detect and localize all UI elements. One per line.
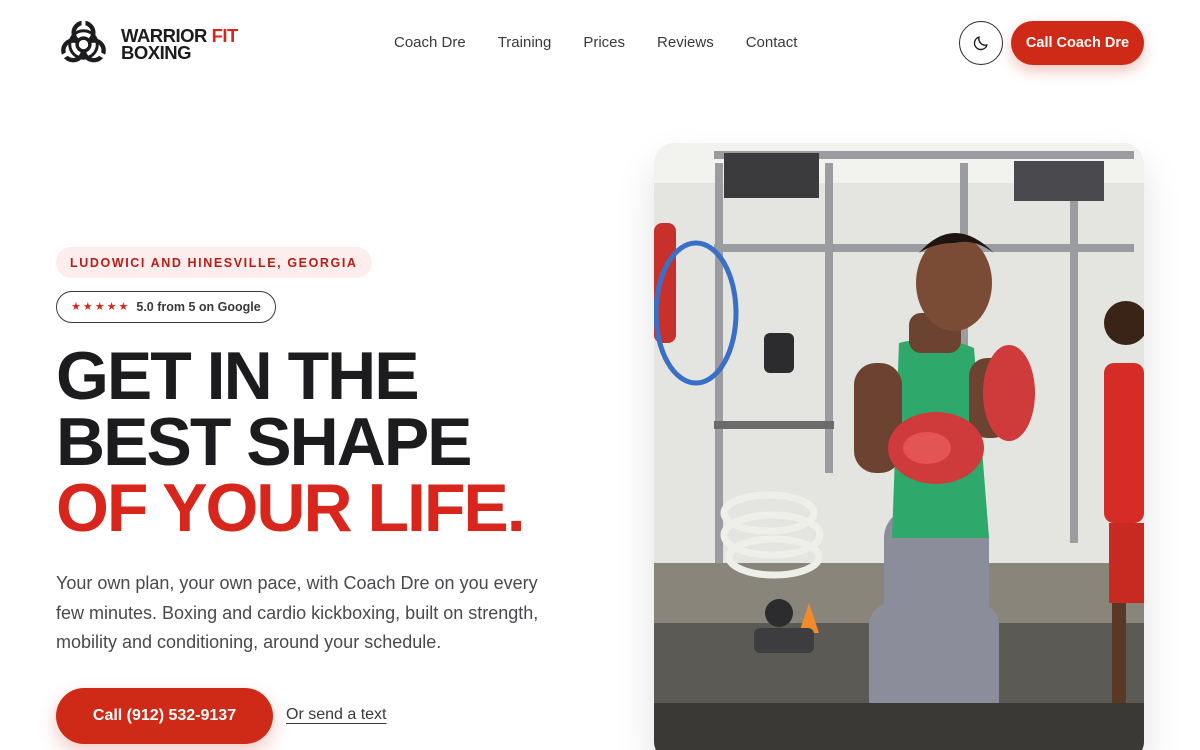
moon-icon (973, 36, 988, 51)
call-phone-button[interactable]: Call (912) 532-9137 (56, 688, 273, 744)
headline-line-1: GET IN THE (56, 338, 420, 414)
site-header: WARRIOR FIT BOXING Coach Dre Training Pr… (0, 0, 1200, 86)
nav-item-training[interactable]: Training (498, 33, 552, 53)
nav-item-reviews[interactable]: Reviews (657, 33, 714, 53)
star-icon: ★ (94, 301, 105, 313)
location-badge: LUDOWICI AND HINESVILLE, GEORGIA (56, 247, 372, 278)
brand-word-fit: FIT (211, 24, 239, 46)
headline-line-2: BEST SHAPE (56, 404, 473, 480)
nav-item-contact[interactable]: Contact (746, 33, 798, 53)
main-nav: Coach Dre Training Prices Reviews Contac… (394, 33, 797, 53)
nav-item-prices[interactable]: Prices (583, 33, 625, 53)
brand-logo[interactable]: WARRIOR FIT BOXING (56, 16, 238, 71)
rating-stars: ★ ★ ★ ★ ★ (71, 301, 128, 313)
rating-text: 5.0 from 5 on Google (136, 300, 261, 314)
headline-line-3: OF YOUR LIFE. (56, 470, 526, 546)
star-icon: ★ (71, 301, 81, 313)
theme-toggle-button[interactable] (959, 21, 1003, 65)
google-rating-badge[interactable]: ★ ★ ★ ★ ★ 5.0 from 5 on Google (56, 291, 276, 323)
hero-lead-text: Your own plan, your own pace, with Coach… (56, 573, 539, 652)
star-icon: ★ (118, 301, 129, 313)
nav-item-coach-dre[interactable]: Coach Dre (394, 33, 466, 53)
brand-wordmark: WARRIOR FIT BOXING (121, 24, 239, 63)
brand-word-boxing: BOXING (121, 41, 191, 63)
boxing-training-photo (654, 143, 1144, 750)
call-coach-dre-button[interactable]: Call Coach Dre (1011, 21, 1144, 65)
biohazard-icon (61, 19, 106, 63)
hero-photo (654, 143, 1144, 750)
star-icon: ★ (106, 301, 117, 313)
hero-headline: GET IN THE BEST SHAPE OF YOUR LIFE. (56, 342, 526, 542)
send-text-link[interactable]: Or send a text (286, 706, 387, 724)
star-icon: ★ (82, 301, 93, 313)
